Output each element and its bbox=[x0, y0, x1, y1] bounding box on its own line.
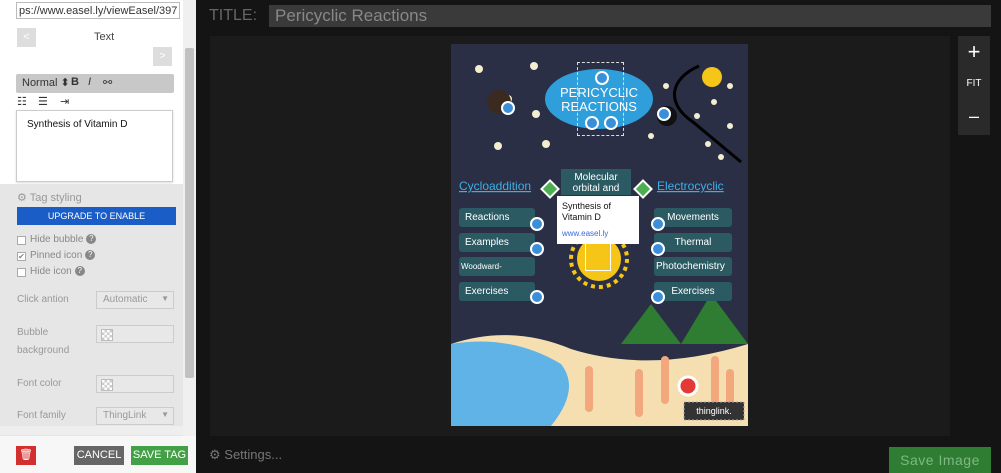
next-button[interactable]: > bbox=[153, 47, 172, 66]
indent-icon[interactable]: ⇥ bbox=[60, 95, 69, 108]
tag-icon[interactable] bbox=[530, 242, 544, 256]
bold-button[interactable]: B bbox=[71, 76, 79, 88]
unordered-list-icon[interactable]: ☰ bbox=[38, 95, 48, 108]
right-item-photochemistry[interactable]: Photochemistry bbox=[654, 257, 732, 276]
format-toolbar: Normal ⬍ B I ⚯ bbox=[16, 74, 174, 93]
tag-selection-box bbox=[577, 62, 624, 136]
tag-styling-heading: ⚙ Tag styling bbox=[17, 192, 82, 204]
help-icon[interactable]: ? bbox=[74, 266, 85, 277]
font-family-select[interactable]: ThingLink ▼ bbox=[96, 407, 174, 425]
save-tag-button[interactable]: SAVE TAG bbox=[131, 446, 188, 465]
left-item-reactions[interactable]: Reactions bbox=[459, 208, 535, 227]
title-input[interactable]: Pericyclic Reactions bbox=[269, 5, 991, 27]
right-item-exercises[interactable]: Exercises bbox=[654, 282, 732, 301]
tag-icon[interactable] bbox=[651, 217, 665, 231]
thinglink-brand: thinglink. bbox=[696, 406, 732, 416]
pinned-tag-icon[interactable] bbox=[677, 375, 699, 397]
tag-text-editor[interactable]: Synthesis of Vitamin D bbox=[16, 110, 173, 182]
gear-icon: ⚙ bbox=[209, 447, 221, 462]
transparent-icon bbox=[101, 329, 113, 341]
cancel-button[interactable]: CANCEL bbox=[74, 446, 124, 465]
cycloaddition-link[interactable]: Cycloaddition bbox=[459, 179, 531, 193]
hide-icon-checkbox[interactable] bbox=[17, 268, 26, 277]
click-action-select[interactable]: Automatic ▼ bbox=[96, 291, 174, 309]
bubble-text: Synthesis of Vitamin D bbox=[562, 201, 612, 222]
image-canvas: PERICYCLIC REACTIONS Cycloaddition Elect… bbox=[210, 36, 950, 436]
font-color-label: Font color bbox=[17, 378, 62, 389]
save-image-button[interactable]: Save Image bbox=[889, 447, 991, 473]
font-color-swatch[interactable] bbox=[96, 375, 174, 393]
bubble-background-label: Bubble background bbox=[17, 327, 70, 356]
horizontal-scrollbar[interactable] bbox=[0, 426, 183, 435]
zoom-in-button[interactable]: + bbox=[958, 39, 990, 65]
chevron-down-icon: ▼ bbox=[161, 294, 169, 303]
settings-link[interactable]: ⚙ Settings... bbox=[209, 447, 282, 463]
tag-actions-bar: 🗑 CANCEL SAVE TAG bbox=[0, 436, 196, 473]
right-item-thermal[interactable]: Thermal bbox=[654, 233, 732, 252]
style-select[interactable]: Normal ⬍ bbox=[22, 76, 70, 89]
molecular-line2: orbital and bbox=[573, 183, 620, 194]
left-item-exercises[interactable]: Exercises bbox=[459, 282, 535, 301]
workspace: TITLE: Pericyclic Reactions PERICYCLIC R… bbox=[196, 0, 1001, 473]
bubble-background-swatch[interactable] bbox=[96, 325, 174, 343]
tag-type-label: Text bbox=[94, 31, 115, 43]
url-field[interactable] bbox=[16, 2, 180, 19]
pinned-icon-label: Pinned icon? bbox=[30, 250, 96, 261]
italic-button[interactable]: I bbox=[88, 76, 91, 88]
zoom-controls: + FIT – bbox=[958, 36, 990, 135]
prev-button[interactable]: < bbox=[17, 28, 36, 47]
click-action-label: Click antion bbox=[17, 294, 69, 305]
tag-icon[interactable] bbox=[651, 242, 665, 256]
scrollbar-thumb[interactable] bbox=[185, 48, 194, 378]
tag-icon[interactable] bbox=[501, 101, 515, 115]
delete-button[interactable]: 🗑 bbox=[16, 446, 36, 465]
electrocyclic-link[interactable]: Electrocyclic bbox=[657, 179, 724, 193]
molecular-line1: Molecular bbox=[574, 172, 618, 183]
tag-icon[interactable] bbox=[530, 217, 544, 231]
tag-icon[interactable] bbox=[657, 107, 671, 121]
upgrade-button[interactable]: UPGRADE TO ENABLE bbox=[17, 207, 176, 225]
fit-button[interactable]: FIT bbox=[958, 78, 990, 89]
bubble-link[interactable]: www.easel.ly bbox=[562, 229, 634, 238]
link-icon[interactable]: ⚯ bbox=[103, 76, 112, 89]
left-item-woodward[interactable]: Woodward-Hoffmann bbox=[459, 257, 535, 290]
gear-icon: ⚙ bbox=[17, 192, 27, 204]
left-item-examples[interactable]: Examples bbox=[459, 233, 535, 252]
pinned-icon-checkbox[interactable]: ✔ bbox=[17, 252, 26, 261]
ordered-list-icon[interactable]: ☷ bbox=[17, 95, 27, 108]
tag-icon[interactable] bbox=[651, 290, 665, 304]
right-item-movements[interactable]: Movements bbox=[654, 208, 732, 227]
transparent-icon bbox=[101, 379, 113, 391]
hide-icon-label: Hide icon? bbox=[30, 266, 85, 277]
help-icon[interactable]: ? bbox=[86, 234, 97, 245]
hide-bubble-checkbox[interactable] bbox=[17, 236, 26, 245]
title-label: TITLE: bbox=[209, 7, 258, 24]
tag-icon[interactable] bbox=[530, 290, 544, 304]
trash-icon: 🗑 bbox=[19, 449, 33, 461]
chevron-down-icon: ▼ bbox=[161, 410, 169, 419]
hide-bubble-label: Hide bubble? bbox=[30, 234, 97, 245]
tag-editor-panel: < Text > Normal ⬍ B I ⚯ ☷ ☰ ⇥ Synthesis … bbox=[0, 0, 196, 473]
lamp-illustration bbox=[702, 67, 722, 87]
zoom-out-button[interactable]: – bbox=[958, 106, 990, 127]
help-icon[interactable]: ? bbox=[85, 250, 96, 261]
tag-bubble[interactable]: Synthesis of Vitamin D www.easel.ly bbox=[557, 196, 639, 244]
font-family-label: Font family bbox=[17, 410, 66, 421]
